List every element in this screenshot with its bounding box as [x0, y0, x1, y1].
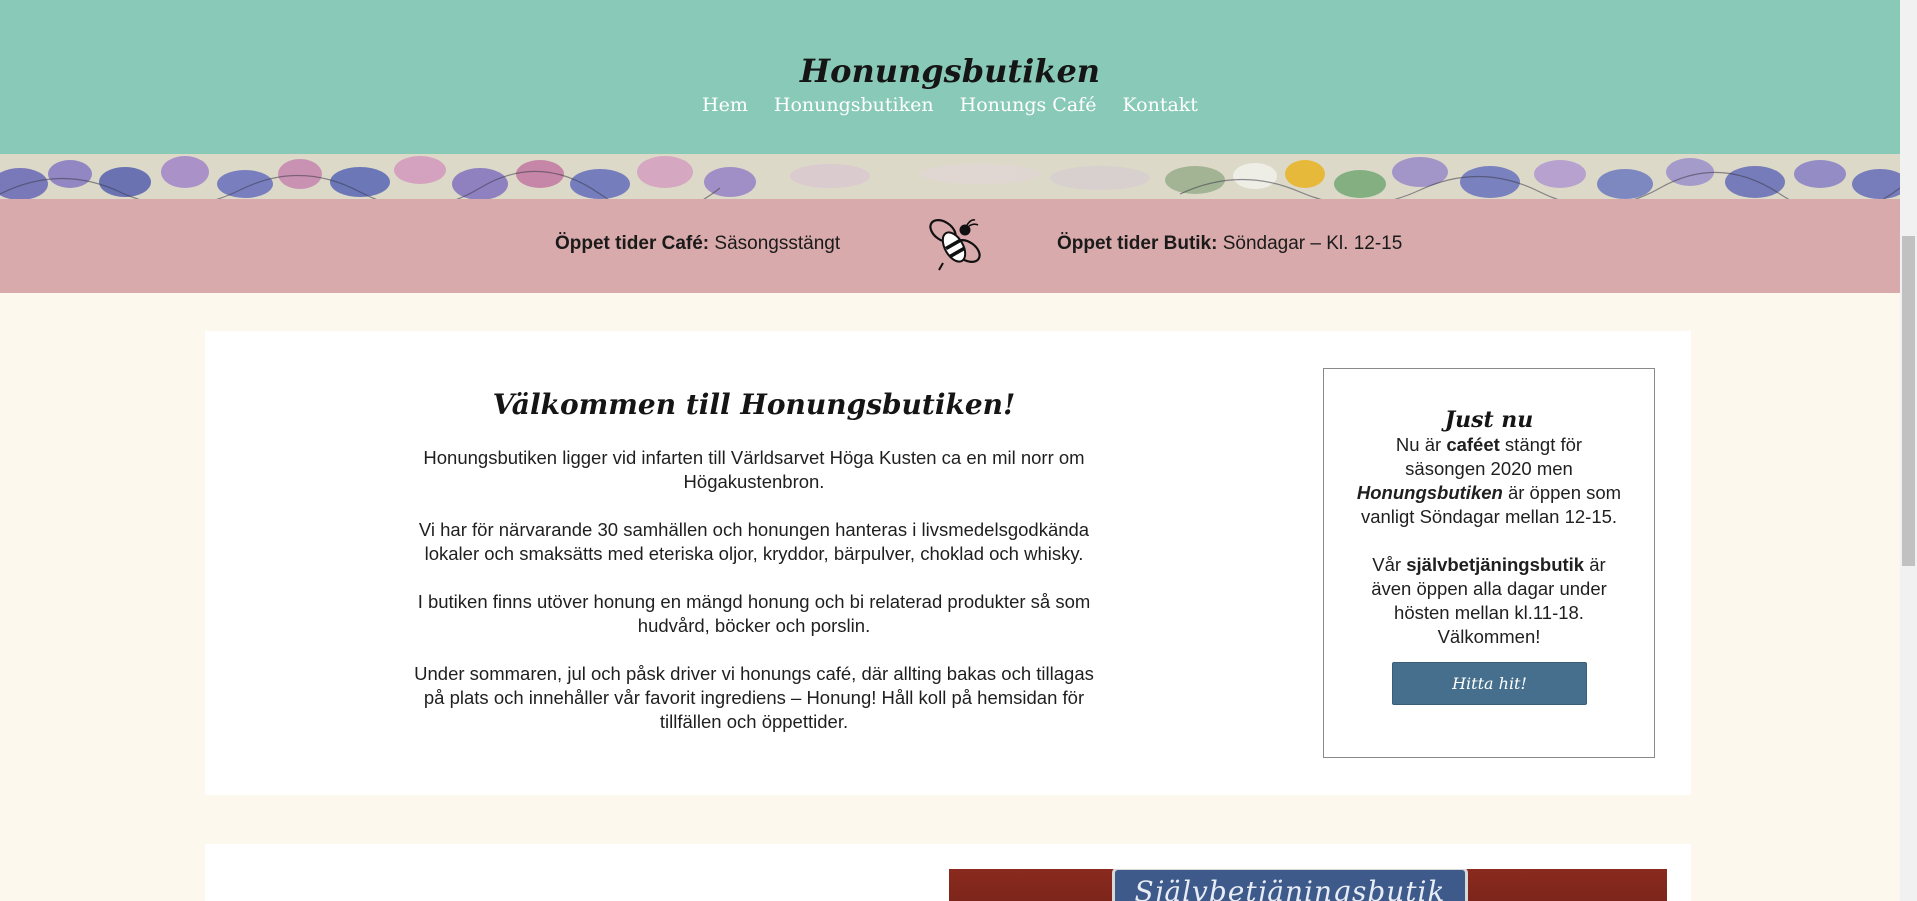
just-now-box: Just nu Nu är caféet stängt för säsongen… — [1323, 368, 1655, 758]
nav-item-hem[interactable]: Hem — [702, 94, 748, 116]
welcome-card: Välkommen till Honungsbutiken! Honungsbu… — [205, 331, 1691, 795]
shop-name-emphasis: Honungsbutiken — [1356, 482, 1503, 503]
site-header: Honungsbutiken Hem Honungsbutiken Honung… — [0, 0, 1900, 154]
welcome-paragraph: Vi har för närvarande 30 samhällen och h… — [418, 519, 1090, 564]
text-segment: Vår — [1372, 554, 1407, 575]
text-segment: Nu är — [1395, 434, 1447, 455]
just-now-paragraph-selfservice: Vår självbetjäningsbutik är även öppen a… — [1354, 553, 1624, 649]
selfservice-sign-photo: Självbetjäningsbutik — [949, 869, 1667, 901]
bee-icon — [929, 218, 981, 271]
selfservice-bold: självbetjäningsbutik — [1406, 554, 1585, 575]
just-now-title: Just nu — [1444, 407, 1534, 433]
page: Honungsbutiken Hem Honungsbutiken Honung… — [0, 0, 1900, 901]
site-title[interactable]: Honungsbutiken — [0, 52, 1900, 90]
cafe-bold: caféet — [1446, 434, 1500, 455]
just-now-text: Nu är caféet stängt för säsongen 2020 me… — [1354, 433, 1624, 649]
sign-board: Självbetjäningsbutik — [1112, 869, 1468, 901]
scrollbar-thumb[interactable] — [1902, 236, 1915, 566]
find-us-button[interactable]: Hitta hit! — [1392, 662, 1587, 705]
welcome-title: Välkommen till Honungsbutiken! — [492, 388, 1016, 421]
welcome-word: Välkommen! — [1437, 626, 1541, 647]
welcome-paragraph: Under sommaren, jul och påsk driver vi h… — [414, 663, 1094, 732]
shop-hours-value: Söndagar – Kl. 12-15 — [1222, 233, 1403, 254]
nav-item-kontakt[interactable]: Kontakt — [1122, 94, 1197, 116]
selfservice-card: Självbetjäningsbutik — [205, 844, 1691, 901]
floral-banner-image — [0, 154, 1900, 199]
main-nav: Hem Honungsbutiken Honungs Café Kontakt — [0, 94, 1900, 116]
nav-item-honungs-cafe[interactable]: Honungs Café — [960, 94, 1097, 116]
nav-item-honungsbutiken[interactable]: Honungsbutiken — [774, 94, 934, 116]
cafe-hours-label: Öppet tider Café: — [555, 233, 710, 254]
page-scrollbar[interactable] — [1900, 0, 1917, 901]
cafe-hours: Öppet tider Café: Säsongsstängt — [555, 233, 840, 255]
welcome-body: Honungsbutiken ligger vid infarten till … — [410, 446, 1098, 758]
welcome-paragraph: Honungsbutiken ligger vid infarten till … — [423, 447, 1085, 492]
shop-hours: Öppet tider Butik: Söndagar – Kl. 12-15 — [1057, 233, 1402, 255]
welcome-paragraph: I butiken finns utöver honung en mängd h… — [417, 591, 1091, 636]
cafe-hours-value: Säsongsstängt — [714, 233, 841, 254]
just-now-paragraph-cafe: Nu är caféet stängt för säsongen 2020 me… — [1354, 433, 1624, 529]
shop-hours-label: Öppet tider Butik: — [1057, 233, 1218, 254]
opening-hours-bar: Öppet tider Café: Säsongsstängt Öppet ti… — [0, 199, 1900, 293]
